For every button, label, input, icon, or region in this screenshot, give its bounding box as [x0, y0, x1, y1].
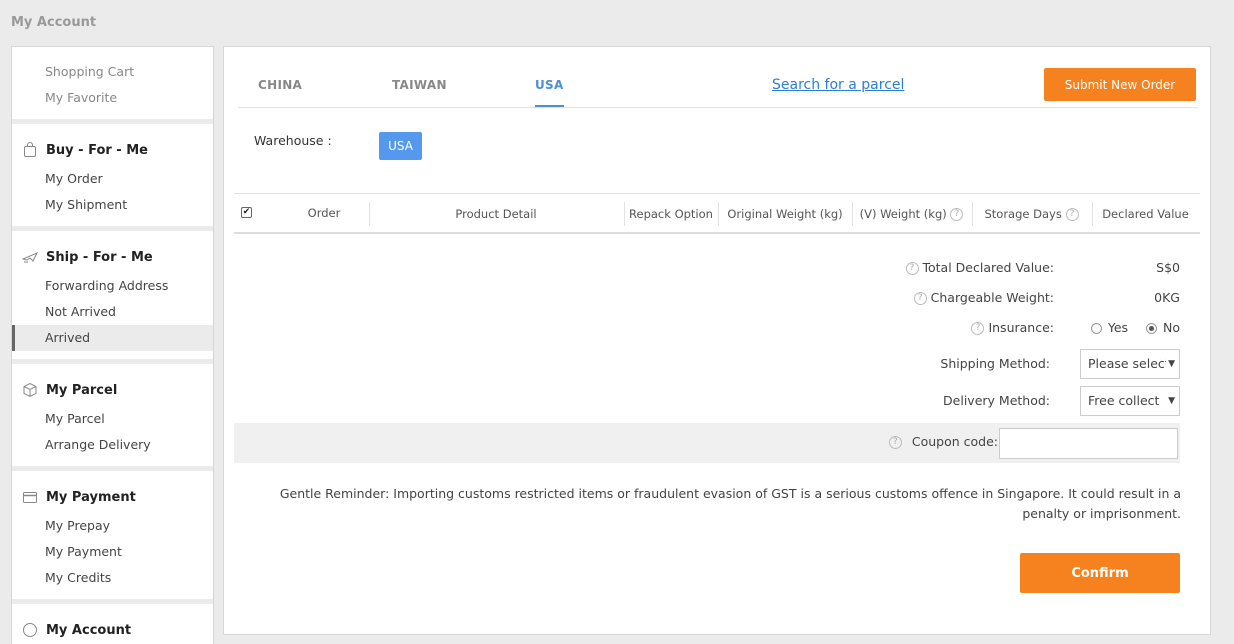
sidebar-top-section: Shopping Cart My Favorite	[12, 47, 213, 124]
col-declared-value: Declared Value	[1092, 202, 1198, 226]
sidebar-section-my-parcel: My Parcel My Parcel Arrange Delivery	[12, 364, 213, 471]
sidebar-section-buy-for-me: Buy - For - Me My Order My Shipment	[12, 124, 213, 231]
warehouse-tabs: CHINA TAIWAN USA Search for a parcel Sub…	[238, 47, 1198, 108]
col-original-weight: Original Weight (kg)	[718, 202, 851, 226]
coupon-bar: ? Coupon code:	[234, 423, 1180, 463]
total-declared-row: ? Total Declared Value: S$0	[780, 253, 1180, 283]
sidebar-item-not-arrived[interactable]: Not Arrived	[12, 299, 213, 325]
tab-china[interactable]: CHINA	[258, 78, 302, 105]
insurance-row: ? Insurance: Yes No	[780, 313, 1180, 343]
chargeable-weight-label: Chargeable Weight:	[930, 290, 1054, 305]
box-icon	[22, 382, 38, 398]
shipping-method-select[interactable]: Please select ▼	[1080, 349, 1180, 379]
insurance-label: Insurance:	[988, 320, 1054, 335]
confirm-button[interactable]: Confirm	[1020, 553, 1180, 593]
sidebar-heading-label: My Account	[46, 622, 132, 638]
total-declared-label-wrap: ? Total Declared Value:	[905, 260, 1055, 275]
tab-usa[interactable]: USA	[535, 78, 564, 107]
total-declared-label: Total Declared Value:	[922, 260, 1055, 275]
delivery-method-label: Delivery Method:	[943, 393, 1050, 408]
sidebar-section-my-payment: My Payment My Prepay My Payment My Credi…	[12, 471, 213, 604]
help-icon[interactable]: ?	[971, 322, 985, 335]
sidebar-item-forwarding-address[interactable]: Forwarding Address	[12, 273, 213, 299]
coupon-label: Coupon code:	[911, 434, 998, 449]
chevron-down-icon: ▼	[1166, 350, 1175, 378]
chargeable-weight-row: ? Chargeable Weight: 0KG	[780, 283, 1180, 313]
sidebar-heading-my-account: My Account	[12, 614, 213, 644]
delivery-method-row: Delivery Method: Free collect ▼	[780, 386, 1180, 416]
sidebar-heading-label: Ship - For - Me	[46, 249, 153, 265]
help-icon[interactable]: ?	[905, 262, 919, 275]
sidebar-heading-label: My Payment	[46, 489, 136, 505]
insurance-label-wrap: ? Insurance:	[971, 320, 1054, 335]
shipping-method-value: Please select	[1088, 356, 1170, 371]
help-icon[interactable]: ?	[1065, 208, 1079, 221]
sidebar-heading-label: Buy - For - Me	[46, 142, 148, 158]
card-icon	[22, 489, 38, 505]
warehouse-usa-button[interactable]: USA	[379, 132, 422, 160]
sidebar-item-my-favorite[interactable]: My Favorite	[12, 85, 213, 111]
delivery-method-select[interactable]: Free collect ▼	[1080, 386, 1180, 416]
chevron-down-icon: ▼	[1166, 387, 1175, 415]
sidebar-heading-label: My Parcel	[46, 382, 118, 398]
total-declared-value: S$0	[1156, 260, 1180, 275]
insurance-yes-radio[interactable]	[1090, 323, 1102, 334]
bag-icon	[22, 142, 38, 158]
coupon-code-input[interactable]	[999, 428, 1178, 459]
page-title: My Account	[11, 15, 97, 30]
insurance-no-radio[interactable]	[1146, 323, 1157, 334]
sidebar-section-my-account: My Account	[12, 604, 213, 644]
delivery-method-value: Free collect	[1088, 393, 1160, 408]
col-storage-days-label: Storage Days	[984, 207, 1062, 221]
shipping-method-label: Shipping Method:	[940, 356, 1050, 371]
sidebar-section-ship-for-me: Ship - For - Me Forwarding Address Not A…	[12, 231, 213, 364]
main-panel: CHINA TAIWAN USA Search for a parcel Sub…	[223, 46, 1211, 635]
sidebar-item-my-payment[interactable]: My Payment	[12, 539, 213, 565]
sidebar-item-arrange-delivery[interactable]: Arrange Delivery	[12, 432, 213, 458]
sidebar-item-my-prepay[interactable]: My Prepay	[12, 513, 213, 539]
warehouse-label: Warehouse :	[254, 133, 332, 148]
sidebar-item-my-parcel[interactable]: My Parcel	[12, 406, 213, 432]
sidebar-item-my-shipment[interactable]: My Shipment	[12, 192, 213, 218]
sidebar-item-my-credits[interactable]: My Credits	[12, 565, 213, 591]
sidebar-heading-my-payment: My Payment	[12, 481, 213, 513]
parcel-table-header: ✔ Order Product Detail Repack Option Ori…	[234, 193, 1200, 234]
chargeable-weight-label-wrap: ? Chargeable Weight:	[913, 290, 1054, 305]
col-v-weight: (V) Weight (kg) ?	[852, 202, 970, 226]
col-order: Order	[307, 206, 341, 220]
help-icon[interactable]: ?	[913, 292, 927, 305]
insurance-yes-label: Yes	[1107, 320, 1129, 335]
insurance-options: Yes No	[1090, 320, 1180, 335]
col-v-weight-label: (V) Weight (kg)	[859, 207, 947, 221]
help-icon[interactable]: ?	[888, 436, 902, 449]
sidebar-heading-my-parcel: My Parcel	[12, 374, 213, 406]
help-icon[interactable]: ?	[950, 208, 964, 221]
sidebar-item-my-order[interactable]: My Order	[12, 166, 213, 192]
select-all-checkbox[interactable]: ✔	[241, 207, 252, 218]
plane-icon	[21, 249, 39, 265]
col-product-detail: Product Detail	[369, 202, 622, 226]
col-storage-days: Storage Days ?	[972, 202, 1090, 226]
search-parcel-link[interactable]: Search for a parcel	[772, 77, 904, 93]
sidebar-item-arrived[interactable]: Arrived	[12, 325, 213, 351]
sidebar-item-shopping-cart[interactable]: Shopping Cart	[12, 59, 213, 85]
tab-taiwan[interactable]: TAIWAN	[392, 78, 447, 105]
chargeable-weight-value: 0KG	[1154, 290, 1180, 305]
sidebar-heading-ship-for-me: Ship - For - Me	[12, 241, 213, 273]
col-repack-option: Repack Option	[624, 202, 717, 226]
sidebar-heading-buy-for-me: Buy - For - Me	[12, 134, 213, 166]
submit-new-order-button[interactable]: Submit New Order	[1044, 68, 1196, 101]
gentle-reminder-text: Gentle Reminder: Importing customs restr…	[279, 486, 1181, 521]
coupon-label-wrap: ? Coupon code:	[888, 434, 998, 449]
shipping-method-row: Shipping Method: Please select ▼	[780, 349, 1180, 379]
sidebar: Shopping Cart My Favorite Buy - For - Me…	[11, 46, 214, 644]
insurance-no-label: No	[1163, 320, 1180, 335]
user-icon	[22, 622, 38, 638]
